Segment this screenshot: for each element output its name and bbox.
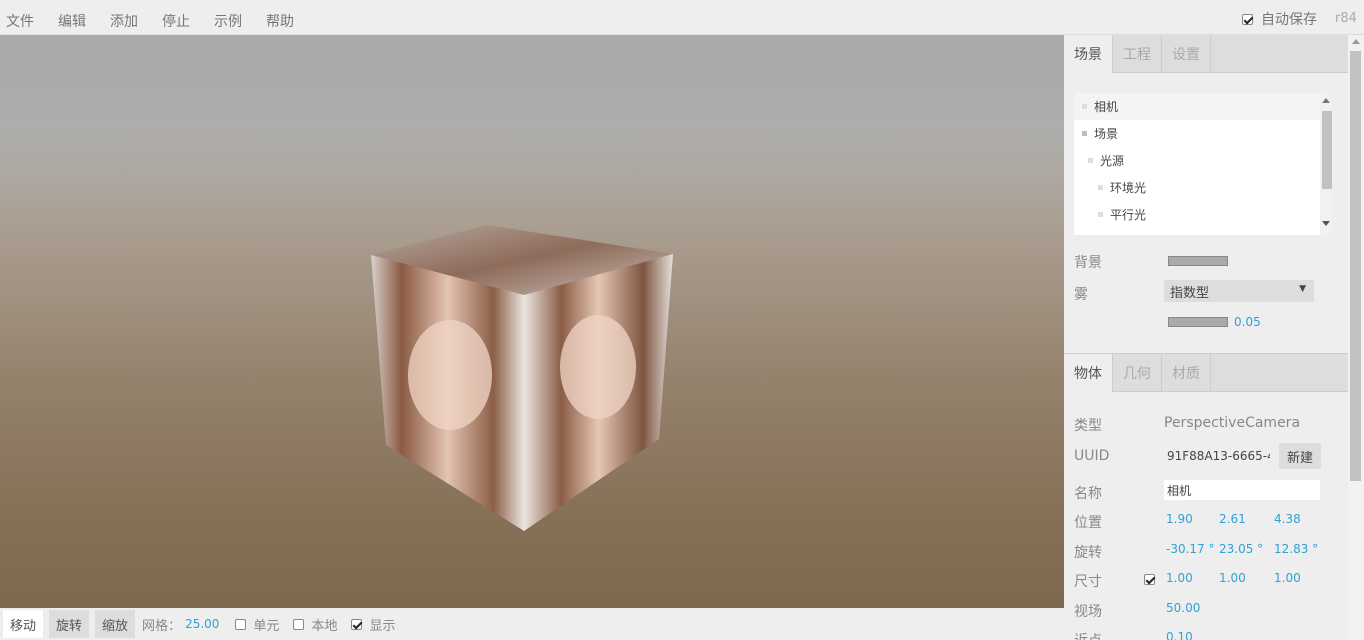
scale-y-input[interactable]: 1.00 [1219,571,1246,585]
scroll-thumb[interactable] [1350,51,1361,481]
sidebar: 场景 工程 设置 相机 场景 光源 环境光 平行光 背景 雾 指数型 ▼ 0.0… [1064,35,1348,640]
autosave-label: 自动保存 [1261,12,1317,28]
tab-material[interactable]: 材质 [1162,354,1211,392]
position-x-input[interactable]: 1.90 [1166,512,1193,526]
local-toggle[interactable]: 本地 [293,615,337,634]
scale-x-input[interactable]: 1.00 [1166,571,1193,585]
scroll-thumb[interactable] [1322,111,1332,189]
type-value: PerspectiveCamera [1164,415,1301,431]
fog-density-input[interactable]: 0.05 [1234,315,1261,329]
grid-label: 网格： [142,618,182,634]
near-input[interactable]: 0.10 [1166,630,1193,640]
uuid-label: UUID [1074,448,1110,464]
tab-geometry[interactable]: 几何 [1113,354,1162,392]
menu-file[interactable]: 文件 [6,11,34,31]
outliner-scrollbar[interactable] [1320,93,1332,235]
transform-toolbar: 移动 旋转 缩放 网格： 25.00 单元 本地 显示 [0,608,1064,640]
position-z-input[interactable]: 4.38 [1274,512,1301,526]
version-label: r84 [1335,11,1357,26]
show-grid-checkbox[interactable] [351,618,363,630]
viewport-3d[interactable] [0,35,1064,608]
rotation-y-input[interactable]: 23.05 ° [1219,542,1263,556]
tab-object[interactable]: 物体 [1064,354,1113,392]
snap-label: 单元 [253,618,280,634]
object-tabs: 物体 几何 材质 [1064,354,1348,392]
autosave-checkbox[interactable] [1242,13,1253,25]
snap-toggle[interactable]: 单元 [235,615,279,634]
dropdown-arrow-icon: ▼ [1299,284,1306,294]
scale-z-input[interactable]: 1.00 [1274,571,1301,585]
near-label: 近点 [1074,630,1102,640]
sidebar-scrollbar[interactable] [1348,35,1364,640]
rotation-x-input[interactable]: -30.17 ° [1166,542,1215,556]
outliner-item-lights[interactable]: 光源 [1074,147,1320,174]
scroll-up-icon[interactable] [1352,39,1360,44]
bullet-icon [1098,212,1103,217]
scene-outliner[interactable]: 相机 场景 光源 环境光 平行光 [1074,93,1320,235]
position-y-input[interactable]: 2.61 [1219,512,1246,526]
tab-scene[interactable]: 场景 [1064,35,1113,73]
local-label: 本地 [311,618,338,634]
grid-size-input[interactable]: 25.00 [185,617,219,631]
name-input[interactable]: 相机 [1164,480,1320,500]
local-checkbox[interactable] [293,618,305,630]
menu-stop[interactable]: 停止 [162,11,190,31]
outliner-item-label: 相机 [1094,100,1119,114]
uuid-field[interactable]: 91F88A13-6665-49 [1164,446,1270,466]
object-panel: 物体 几何 材质 类型 PerspectiveCamera UUID 91F88… [1064,353,1348,640]
scale-button[interactable]: 缩放 [95,610,136,638]
scroll-down-icon[interactable] [1322,221,1330,226]
outliner-item-directional-light[interactable]: 平行光 [1074,201,1320,228]
snap-checkbox[interactable] [235,618,247,630]
menu-help[interactable]: 帮助 [266,11,294,31]
translate-button[interactable]: 移动 [3,610,44,638]
fog-type-value: 指数型 [1170,285,1210,301]
bullet-icon [1082,104,1087,109]
outliner-item-label: 平行光 [1110,208,1147,222]
scroll-up-icon[interactable] [1322,98,1330,103]
tab-project[interactable]: 工程 [1113,35,1162,73]
position-label: 位置 [1074,515,1102,531]
rotate-button[interactable]: 旋转 [49,610,90,638]
name-label: 名称 [1074,486,1102,502]
fog-label: 雾 [1074,287,1088,303]
show-grid-toggle[interactable]: 显示 [351,615,395,634]
fov-input[interactable]: 50.00 [1166,601,1200,615]
scale-label: 尺寸 [1074,574,1102,590]
bullet-icon [1098,185,1103,190]
bullet-icon [1088,158,1093,163]
rotation-label: 旋转 [1074,545,1102,561]
background-label: 背景 [1074,255,1102,271]
fov-label: 视场 [1074,604,1102,620]
outliner-item-label: 光源 [1100,154,1125,168]
background-color-swatch[interactable] [1168,256,1228,266]
menu-edit[interactable]: 编辑 [58,11,86,31]
scale-lock-checkbox[interactable] [1144,574,1155,585]
fog-type-select[interactable]: 指数型 ▼ [1164,280,1314,302]
rotation-z-input[interactable]: 12.83 ° [1274,542,1318,556]
outliner-item-camera[interactable]: 相机 [1074,93,1320,120]
outliner-item-scene[interactable]: 场景 [1074,120,1320,147]
type-label: 类型 [1074,418,1102,434]
show-grid-label: 显示 [369,618,396,634]
autosave-toggle[interactable]: 自动保存 [1242,9,1317,29]
textured-cube[interactable] [0,35,1064,608]
tab-settings[interactable]: 设置 [1162,35,1211,73]
outliner-item-label: 环境光 [1110,181,1147,195]
bullet-icon [1082,131,1087,136]
outliner-item-label: 场景 [1094,127,1119,141]
fog-color-swatch[interactable] [1168,317,1228,327]
sidebar-top-tabs: 场景 工程 设置 [1064,35,1348,73]
new-uuid-button[interactable]: 新建 [1279,443,1321,469]
menu-add[interactable]: 添加 [110,11,138,31]
menu-examples[interactable]: 示例 [214,11,242,31]
menubar: 文件 编辑 添加 停止 示例 帮助 自动保存 r84 [0,0,1364,35]
outliner-item-ambient-light[interactable]: 环境光 [1074,174,1320,201]
